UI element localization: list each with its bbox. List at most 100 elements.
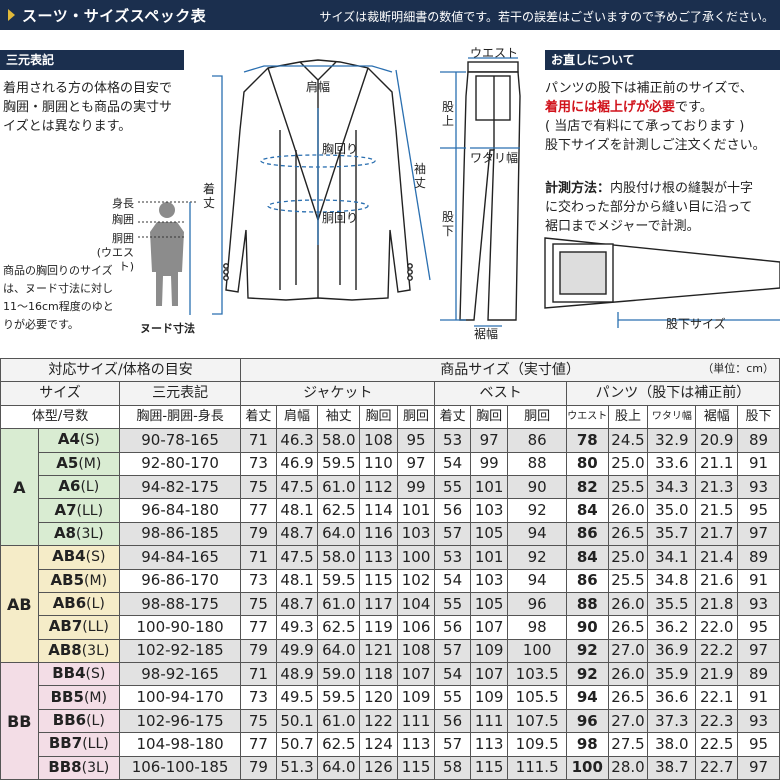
value-cell: 20.9 [695,428,739,453]
value-cell: 89 [737,545,780,570]
value-cell: 92 [507,498,567,523]
value-cell: 55 [434,685,471,710]
th-col: ワタリ幅 [647,404,697,430]
value-cell: 64.0 [317,638,361,664]
value-cell: 35.5 [647,591,697,617]
table-row: AB7(LL) 100-90-180 77 49.3 62.5 119 106 56 107 98… [1,615,780,640]
size-cell: BB5(M) [37,685,121,710]
value-cell: 121 [359,638,398,664]
sangen-cell: 94-84-165 [119,545,242,570]
group-label: AB [0,545,39,664]
label-chest-jacket: 胸回り [322,142,359,156]
value-cell: 22.5 [695,732,739,757]
value-cell: 95 [737,732,780,757]
value-cell: 34.8 [647,568,697,593]
th-col: 体型/号数 [0,404,121,430]
sangen-cell: 102-92-185 [119,638,242,664]
size-cell: A5(M) [37,451,121,476]
value-cell: 21.8 [695,591,739,617]
group-label: A [0,428,39,547]
value-cell: 109.5 [507,732,567,757]
value-cell: 73 [240,568,277,593]
value-cell: 106 [396,615,436,640]
value-cell: 113 [469,732,509,757]
measure-text: 計測方法：内股付け根の縫製が十字 に交わった部分から縫い目に沿って 裾口までメジ… [545,179,753,236]
value-cell: 58 [434,755,471,780]
value-cell: 22.3 [695,708,739,734]
value-cell: 26.0 [607,498,649,523]
value-cell: 115 [396,755,436,780]
table-row: BB BB4(S) 98-92-165 71 48.9 59.0 118 107 54 107 10… [0,662,780,780]
sangen-cell: 104-98-180 [119,732,242,757]
sangen-cell: 90-78-165 [119,428,242,453]
value-cell: 62.5 [317,615,361,640]
th-col: 胴回 [396,404,436,430]
value-cell: 50.7 [275,732,319,757]
value-cell: 101 [469,545,509,570]
value-cell: 99 [396,474,436,500]
label-hem: 裾幅 [474,327,499,341]
value-cell: 46.3 [275,428,319,453]
value-cell: 103 [469,568,509,593]
value-cell: 109 [396,685,436,710]
unit-label: （単位：cm） [702,362,774,375]
value-cell: 107 [469,615,509,640]
value-cell: 90 [507,474,567,500]
size-spec-table: 対応サイズ/体格の目安 商品サイズ（実寸値） サイズ 三元表記 ジャケット ベス… [0,357,780,780]
value-cell: 105 [469,591,509,617]
value-cell: 97 [396,451,436,476]
value-cell: 34.3 [647,474,697,500]
value-cell: 73 [240,685,277,710]
table-row: AB8(3L) 102-92-185 79 49.9 64.0 121 108 57 109 10… [1,638,780,664]
size-cell: BB8(3L) [37,755,121,780]
value-cell: 48.1 [275,498,319,523]
value-cell: 53 [434,428,471,453]
size-cell: AB6(L) [37,591,121,617]
label-shoulder: 肩幅 [306,80,331,94]
value-cell: 59.5 [317,685,361,710]
group-label: BB [0,662,39,780]
th-col: 胸囲-胴囲-身長 [119,404,242,430]
value-cell: 101 [469,474,509,500]
value-cell: 95 [737,498,780,523]
value-cell: 107 [469,662,509,687]
page-title: スーツ・サイズスペック表 [22,7,207,25]
measure-line: 計測方法：内股付け根の縫製が十字 [545,179,753,198]
value-cell: 126 [359,755,398,780]
th-vest: ベスト [434,381,567,406]
value-cell: 25.0 [607,451,649,476]
value-cell: 110 [359,451,398,476]
value-cell: 25.5 [607,568,649,593]
sangen-cell: 96-84-180 [119,498,242,523]
label-thigh: ワタリ幅 [470,151,519,165]
value-cell: 73 [240,451,277,476]
value-cell: 94 [565,685,609,710]
measure-bold: 計測方法： [545,181,611,196]
value-cell: 58.0 [317,545,361,570]
pants-illustration [459,61,521,321]
value-cell: 26.0 [607,662,649,687]
section-alteration: お直しについて [545,50,780,70]
value-cell: 58.0 [317,428,361,453]
hem-illustration [544,237,780,309]
right-text-line: 股下サイズを計測しご注文ください。 [545,138,766,153]
value-cell: 118 [359,662,398,687]
value-cell: 48.1 [275,568,319,593]
sangen-cell: 100-90-180 [119,615,242,640]
th-sangen: 三元表記 [119,381,242,406]
value-cell: 48.7 [275,521,319,547]
sangen-cell: 98-92-165 [119,662,242,687]
table-row: A A4(S) 90-78-165 71 46.3 58.0 108 95 53 97 86 78 24… [0,428,780,547]
measure-text-1: 内股付け根の縫製が十字 [610,181,754,196]
value-cell: 54 [434,568,471,593]
size-cell: AB8(3L) [37,638,121,664]
value-cell: 47.5 [275,474,319,500]
value-cell: 59.5 [317,568,361,593]
value-cell: 75 [240,474,277,500]
value-cell: 57 [434,732,471,757]
value-cell: 61.0 [317,708,361,734]
value-cell: 49.5 [275,685,319,710]
value-cell: 91 [737,685,780,710]
value-cell: 75 [240,708,277,734]
value-cell: 91 [737,568,780,593]
